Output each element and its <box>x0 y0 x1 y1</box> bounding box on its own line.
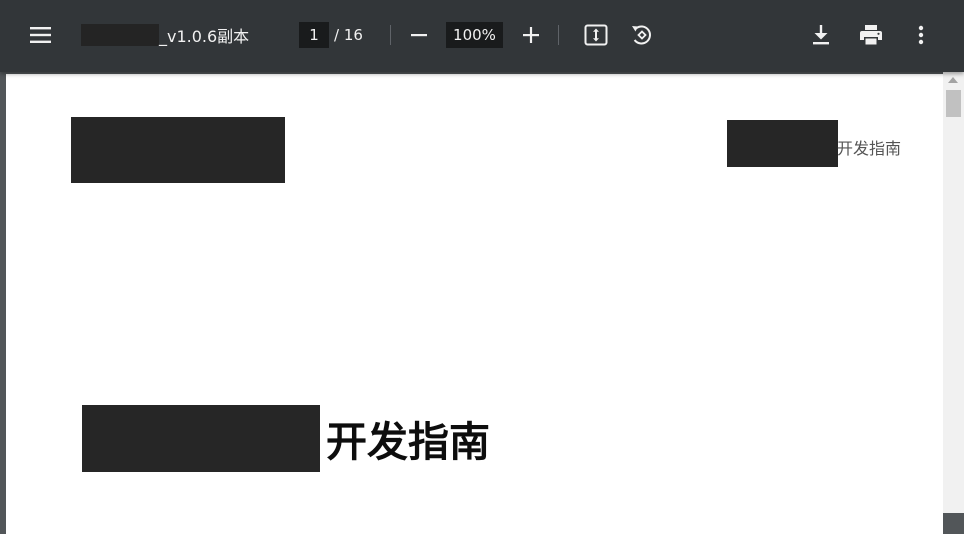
zoom-input[interactable] <box>446 22 503 48</box>
page-total: / 16 <box>334 26 363 44</box>
toolbar-divider <box>390 25 391 45</box>
pdf-page: 开发指南 开发指南 <box>6 74 943 534</box>
print-icon <box>859 24 883 46</box>
pdf-toolbar: _v1.0.6副本 / 16 <box>0 0 964 72</box>
page-header-text: 开发指南 <box>837 139 902 158</box>
document-title: _v1.0.6副本 <box>81 24 249 46</box>
more-options-button[interactable] <box>903 17 939 53</box>
rotate-counterclockwise-icon <box>629 23 653 47</box>
menu-button[interactable] <box>23 17 59 53</box>
scroll-thumb[interactable] <box>946 90 961 117</box>
zoom-in-button[interactable] <box>513 17 549 53</box>
vertical-scrollbar[interactable] <box>943 72 964 513</box>
hamburger-menu-icon <box>30 26 52 44</box>
pdf-viewer[interactable]: 开发指南 开发指南 <box>0 72 964 534</box>
minus-icon <box>411 27 427 43</box>
document-main-title: 开发指南 <box>326 418 490 466</box>
title-redaction <box>81 24 159 46</box>
download-icon <box>812 25 830 45</box>
fit-to-page-button[interactable] <box>578 17 614 53</box>
title-name-redaction <box>82 405 320 472</box>
rotate-button[interactable] <box>623 17 659 53</box>
header-redaction <box>727 120 838 167</box>
logo-redaction <box>71 117 285 183</box>
toolbar-divider <box>558 25 559 45</box>
scroll-up-arrow-icon[interactable] <box>948 77 958 83</box>
download-button[interactable] <box>803 17 839 53</box>
plus-icon <box>523 27 539 43</box>
zoom-out-button[interactable] <box>401 17 437 53</box>
more-vertical-icon <box>918 25 924 45</box>
title-suffix: _v1.0.6副本 <box>159 27 250 46</box>
fit-to-page-icon <box>584 24 608 46</box>
print-button[interactable] <box>853 17 889 53</box>
page-number-input[interactable] <box>299 22 329 48</box>
